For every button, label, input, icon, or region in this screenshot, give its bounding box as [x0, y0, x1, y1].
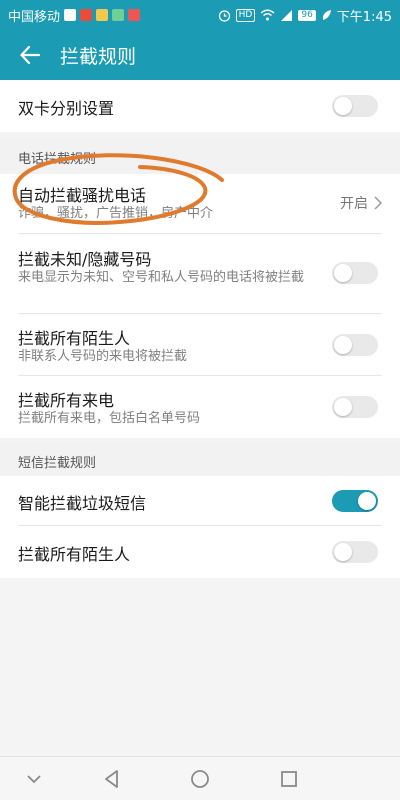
wifi-icon: [260, 9, 275, 21]
signal-icon: [281, 10, 293, 21]
rule-title: 自动拦截骚扰电话: [18, 186, 147, 205]
rule-block-all-calls[interactable]: 拦截所有来电 拦截所有来电，包括白名单号码: [0, 376, 400, 438]
rule-title: 拦截未知/隐藏号码: [18, 250, 152, 269]
rule-subtitle: 非联系人号码的来电将被拦截: [18, 349, 188, 364]
back-button[interactable]: [0, 30, 60, 80]
section-title: 电话拦截规则: [18, 152, 97, 167]
collapse-icon[interactable]: [22, 767, 46, 791]
block-strangers-toggle[interactable]: [332, 334, 378, 356]
recents-square-icon[interactable]: [277, 767, 301, 791]
rule-title: 智能拦截垃圾短信: [18, 494, 147, 513]
dual-sim-label: 双卡分别设置: [18, 99, 115, 118]
carrier-label: 中国移动: [8, 9, 61, 25]
rule-subtitle: 来电显示为未知、空号和私人号码的电话将被拦截: [18, 270, 305, 285]
sms-block-strangers-toggle[interactable]: [332, 541, 378, 563]
status-bar: 中国移动 HD 96 下午1:45: [0, 0, 400, 30]
app-icon: [64, 9, 77, 21]
block-all-calls-toggle[interactable]: [332, 396, 378, 418]
section-header-call: 电话拦截规则: [0, 138, 400, 174]
app-icon: [112, 9, 125, 21]
app-icon: [80, 9, 93, 21]
chevron-right-icon: [374, 196, 382, 210]
dual-sim-row[interactable]: 双卡分别设置: [0, 80, 400, 132]
rule-subtitle: 诈骗，骚扰，广告推销，房产中介: [18, 206, 214, 221]
arrow-left-icon: [20, 45, 41, 65]
block-unknown-toggle[interactable]: [332, 262, 378, 284]
smart-spam-sms-toggle[interactable]: [332, 490, 378, 512]
hd-icon: HD: [235, 8, 256, 22]
rule-auto-block-harassment[interactable]: 自动拦截骚扰电话 诈骗，骚扰，广告推销，房产中介 开启: [0, 174, 400, 234]
status-value: 开启: [340, 196, 368, 212]
toggle-knob: [334, 264, 352, 282]
app-icon: [96, 9, 109, 21]
rule-title: 拦截所有陌生人: [18, 545, 131, 564]
toggle-knob: [358, 492, 376, 510]
back-triangle-icon[interactable]: [100, 767, 124, 791]
rule-sms-block-strangers[interactable]: 拦截所有陌生人: [0, 526, 400, 578]
home-circle-icon[interactable]: [188, 767, 212, 791]
section-title: 短信拦截规则: [18, 456, 97, 471]
toggle-knob: [334, 543, 352, 561]
rule-title: 拦截所有陌生人: [18, 329, 131, 348]
app-icon: [128, 9, 141, 21]
app-bar: 拦截规则: [0, 30, 400, 80]
page-title: 拦截规则: [60, 45, 137, 68]
rule-block-unknown[interactable]: 拦截未知/隐藏号码 来电显示为未知、空号和私人号码的电话将被拦截: [0, 234, 400, 314]
rule-subtitle: 拦截所有来电，包括白名单号码: [18, 411, 201, 426]
rule-title: 拦截所有来电: [18, 391, 115, 410]
clock: 下午1:45: [336, 9, 392, 25]
toggle-knob: [334, 398, 352, 416]
navigation-bar: [0, 756, 400, 800]
battery-icon: 96: [298, 9, 316, 21]
rule-smart-spam-sms[interactable]: 智能拦截垃圾短信: [0, 476, 400, 526]
section-header-sms: 短信拦截规则: [0, 442, 400, 478]
dual-sim-toggle[interactable]: [332, 95, 378, 117]
rule-value: 开启: [340, 193, 382, 213]
leaf-icon: [322, 10, 331, 20]
rule-block-strangers[interactable]: 拦截所有陌生人 非联系人号码的来电将被拦截: [0, 314, 400, 376]
toggle-knob: [334, 97, 352, 115]
alarm-icon: [218, 9, 230, 22]
toggle-knob: [334, 336, 352, 354]
